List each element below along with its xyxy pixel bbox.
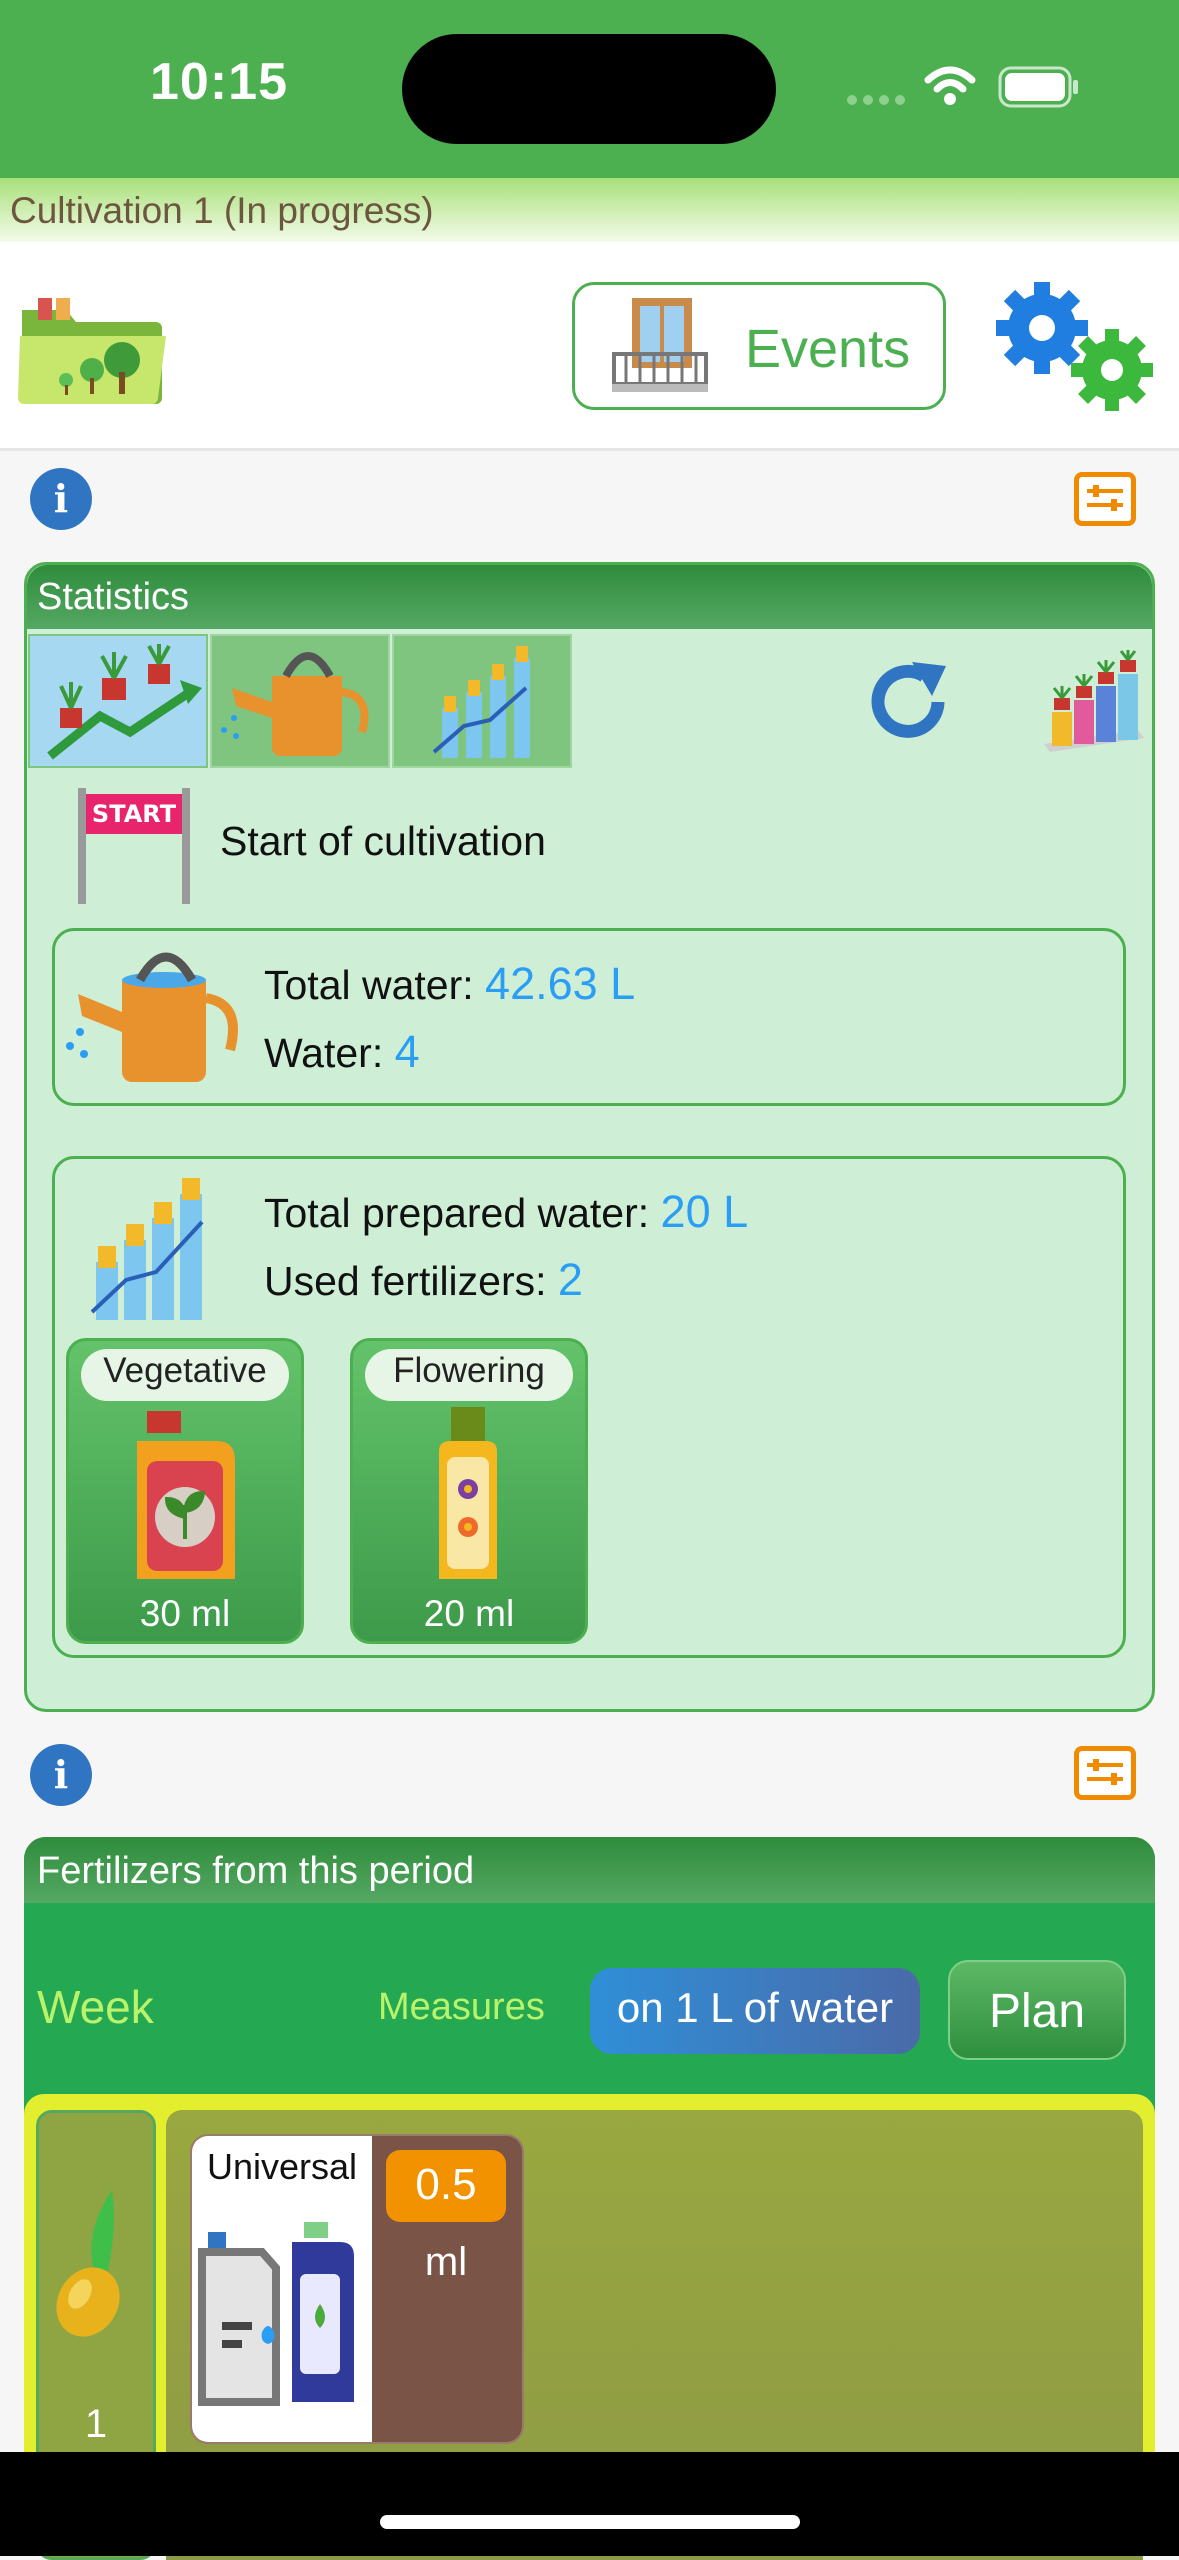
plan-button-label: Plan [988,1985,1086,2038]
settings-sliders-icon[interactable] [1074,1746,1136,1800]
fertilizer-chart-icon [90,1178,204,1320]
water-count-label: Water: [264,1030,395,1076]
svg-text:START: START [92,800,177,828]
fertilizers-period-title: Fertilizers from this period [37,1850,475,1892]
fertilizer-name: Vegetative [103,1351,267,1390]
events-label: Events [745,319,911,379]
measures-label: Measures [378,1986,545,2028]
week-number: 1 [84,2402,108,2446]
dose-value: 0.5 [415,2160,477,2209]
water-count-value: 4 [394,1026,420,1077]
total-water-label: Total water: [264,962,486,1008]
total-water-row: Total water: 42.63 L [264,958,635,1010]
battery-icon [998,66,1078,108]
sprouting-seed-icon [56,2190,120,2337]
fertilizer-chart-icon [432,646,530,758]
watering-can-icon [221,652,369,756]
cultivation-title: Cultivation 1 (In progress) [10,190,434,231]
start-flag-icon: START [78,788,190,904]
prepared-water-label: Total prepared water: [264,1190,661,1236]
tab-watering[interactable] [210,634,390,768]
fertilizer-bottle-icon [137,1411,235,1579]
watering-can-icon [66,952,238,1082]
balcony-icon [612,298,708,392]
measure-unit-value: on 1 L of water [616,1984,894,2031]
settings-sliders-icon[interactable] [1074,472,1136,526]
home-indicator[interactable] [380,2515,800,2529]
used-fertilizers-row: Used fertilizers: 2 [264,1254,583,1306]
statistics-title: Statistics [37,576,190,618]
fertilizer-name: Universal [206,2146,358,2187]
universal-fertilizer-icon [198,2222,354,2406]
dose-unit: ml [424,2240,468,2284]
week-column-label: Week [37,1981,154,2033]
total-water-value: 42.63 L [485,958,636,1009]
folder-icon[interactable] [18,292,168,404]
fertilizer-card[interactable]: Vegetative 30 ml [66,1338,304,1644]
refresh-icon[interactable] [858,652,958,752]
water-count-row: Water: 4 [264,1026,420,1078]
prepared-water-value: 20 L [660,1186,749,1237]
fertilizer-card[interactable]: Flowering 20 ml [350,1338,588,1644]
fertilizer-name: Flowering [393,1351,545,1390]
fertilizer-amount: 30 ml [139,1593,231,1634]
chart-plants-icon[interactable] [1038,646,1146,756]
growth-chart-icon [47,644,202,760]
start-of-cultivation-label: Start of cultivation [220,818,546,864]
tab-growth[interactable] [28,634,208,768]
statistics-header [27,565,1152,629]
fertilizer-amount: 20 ml [423,1593,515,1634]
prepared-water-row: Total prepared water: 20 L [264,1186,748,1238]
wifi-icon [924,66,976,105]
settings-gears-icon[interactable] [994,280,1158,416]
signal-icon [847,95,905,105]
flower-bottle-icon [439,1407,497,1579]
info-icon[interactable]: i [30,1744,92,1806]
home-indicator-area [0,2452,1179,2556]
info-icon[interactable]: i [30,468,92,530]
used-fertilizers-value: 2 [557,1254,583,1305]
dynamic-island [402,34,776,144]
used-fertilizers-label: Used fertilizers: [264,1258,558,1304]
status-time: 10:15 [150,53,288,111]
tab-fertilizers[interactable] [392,634,572,768]
